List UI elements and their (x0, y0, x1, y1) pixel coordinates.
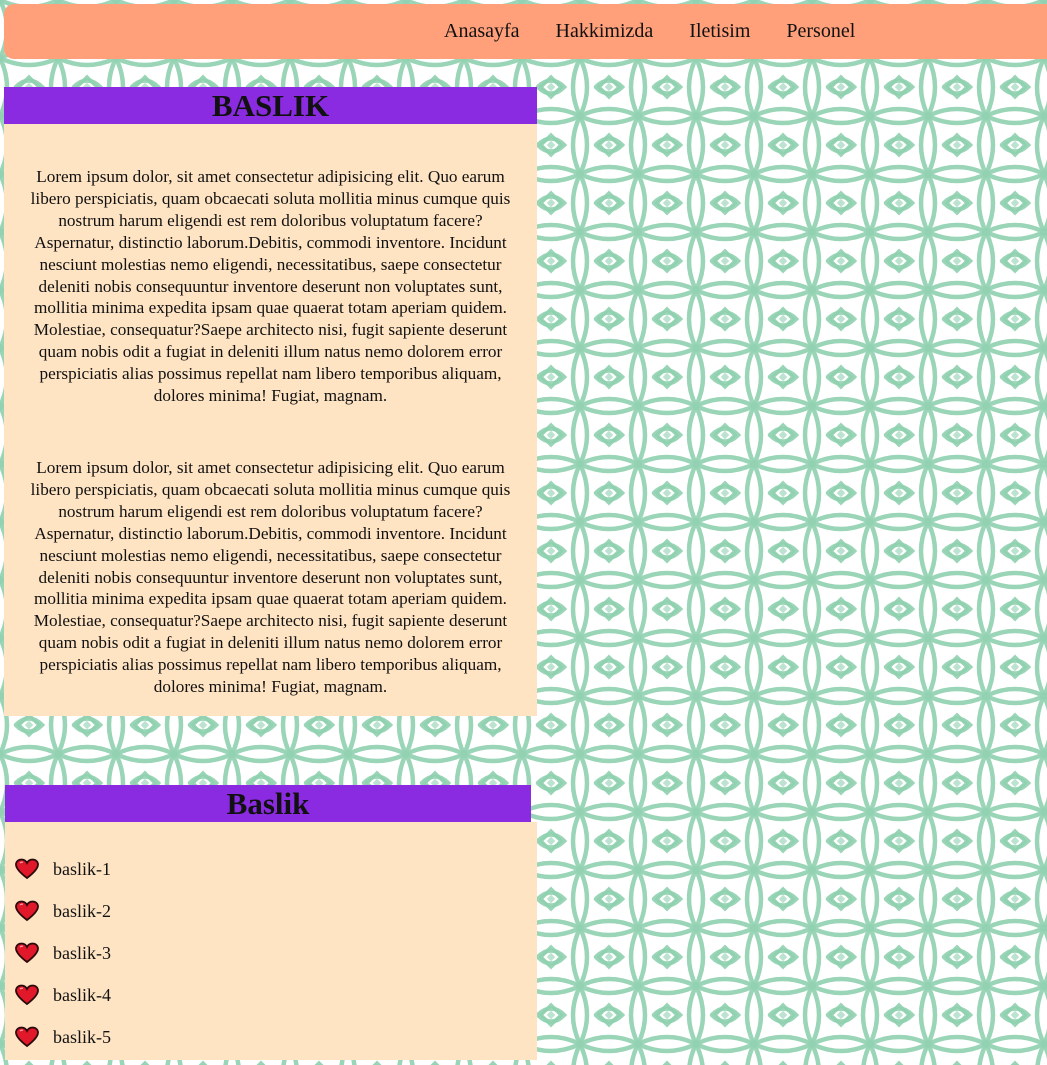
heart-icon (15, 942, 39, 964)
top-navbar: Anasayfa Hakkimizda Iletisim Personel (4, 4, 1047, 59)
list-item-label: baslik-4 (53, 984, 111, 1005)
list-panel: Baslik baslik-1 baslik-2 baslik-3 baslik… (5, 785, 537, 1060)
list-item: baslik-4 (5, 974, 537, 1016)
list-heading-bar: Baslik (5, 785, 531, 822)
main-nav: Anasayfa Hakkimizda Iletisim Personel (444, 4, 891, 59)
heart-icon (15, 858, 39, 880)
main-heading: BASLIK (211, 88, 330, 123)
main-article: BASLIK Lorem ipsum dolor, sit amet conse… (4, 87, 537, 716)
main-heading-bar: BASLIK (4, 87, 537, 124)
nav-link-anasayfa[interactable]: Anasayfa (444, 20, 520, 43)
article-paragraph: Lorem ipsum dolor, sit amet consectetur … (30, 457, 511, 697)
list-item: baslik-5 (5, 1016, 537, 1058)
nav-link-hakkimizda[interactable]: Hakkimizda (556, 20, 654, 43)
heart-icon (15, 1026, 39, 1048)
list-item-label: baslik-5 (53, 1026, 111, 1047)
list-body: baslik-1 baslik-2 baslik-3 baslik-4 basl… (5, 822, 537, 1060)
list-item: baslik-3 (5, 932, 537, 974)
heart-list: baslik-1 baslik-2 baslik-3 baslik-4 basl… (5, 848, 537, 1058)
article-body: Lorem ipsum dolor, sit amet consectetur … (4, 124, 537, 716)
list-item: baslik-2 (5, 890, 537, 932)
list-item-label: baslik-3 (53, 942, 111, 963)
article-paragraph: Lorem ipsum dolor, sit amet consectetur … (30, 167, 511, 406)
nav-link-personel[interactable]: Personel (786, 20, 855, 43)
heart-icon (15, 900, 39, 922)
list-item-label: baslik-2 (53, 900, 111, 921)
list-item: baslik-1 (5, 848, 537, 890)
nav-link-iletisim[interactable]: Iletisim (689, 20, 750, 43)
heart-icon (15, 984, 39, 1006)
list-item-label: baslik-1 (53, 858, 111, 879)
list-heading: Baslik (226, 786, 310, 821)
